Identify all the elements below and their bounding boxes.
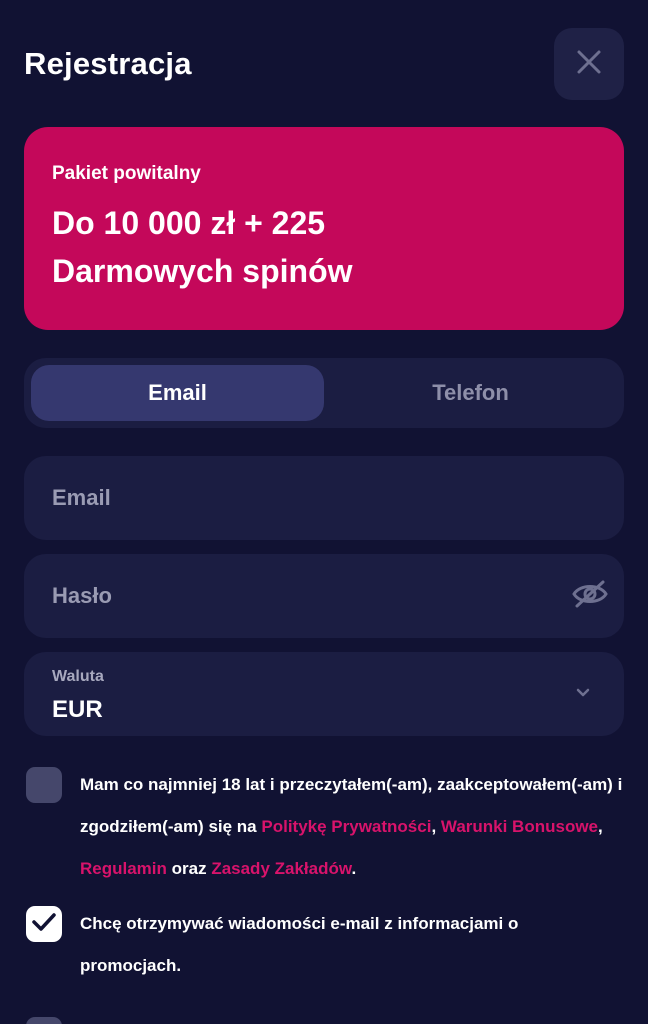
checkmark-icon	[31, 911, 57, 938]
currency-label: Waluta	[52, 668, 104, 685]
promo-subtitle: Pakiet powitalny	[52, 163, 201, 184]
currency-value: EUR	[52, 696, 103, 723]
eye-off-icon	[572, 579, 608, 614]
marketing-consent-text: Chcę otrzymywać wiadomości e-mail z info…	[80, 914, 519, 975]
page-title: Rejestracja	[24, 46, 192, 81]
password-field-container	[24, 554, 624, 638]
close-icon	[576, 49, 602, 80]
header: Rejestracja	[24, 28, 624, 100]
currency-select[interactable]: Waluta EUR	[24, 652, 624, 736]
toggle-password-visibility-button[interactable]	[570, 578, 610, 614]
chevron-down-icon	[574, 686, 592, 700]
terms-consent-row: Mam co najmniej 18 lat i przeczytałem(-a…	[26, 767, 624, 887]
promo-headline: Do 10 000 zł + 225 Darmowych spinów	[52, 205, 353, 289]
close-button[interactable]	[554, 28, 624, 100]
next-checkbox[interactable]	[26, 1017, 62, 1024]
password-field[interactable]	[52, 554, 552, 638]
email-field-container	[24, 456, 624, 540]
terms-separator: ,	[598, 817, 603, 836]
betting-rules-link[interactable]: Zasady Zakładów	[211, 859, 351, 878]
terms-separator: ,	[431, 817, 441, 836]
privacy-policy-link[interactable]: Politykę Prywatności	[261, 817, 431, 836]
terms-separator: oraz	[166, 859, 212, 878]
registration-method-tabs: Email Telefon	[24, 358, 624, 428]
welcome-package-banner: Pakiet powitalny Do 10 000 zł + 225 Darm…	[24, 127, 624, 330]
tab-email[interactable]: Email	[31, 365, 324, 421]
marketing-checkbox[interactable]	[26, 906, 62, 942]
marketing-consent-row: Chcę otrzymywać wiadomości e-mail z info…	[26, 906, 624, 990]
tab-phone[interactable]: Telefon	[324, 365, 617, 421]
terms-checkbox[interactable]	[26, 767, 62, 803]
bonus-terms-link[interactable]: Warunki Bonusowe	[441, 817, 598, 836]
terms-consent-text: Mam co najmniej 18 lat i przeczytałem(-a…	[80, 764, 624, 890]
registration-page: Rejestracja Pakiet powitalny Do 10 000 z…	[0, 0, 648, 1024]
terms-text-end: .	[351, 859, 357, 878]
rules-link[interactable]: Regulamin	[80, 859, 167, 878]
email-field[interactable]	[52, 456, 552, 540]
